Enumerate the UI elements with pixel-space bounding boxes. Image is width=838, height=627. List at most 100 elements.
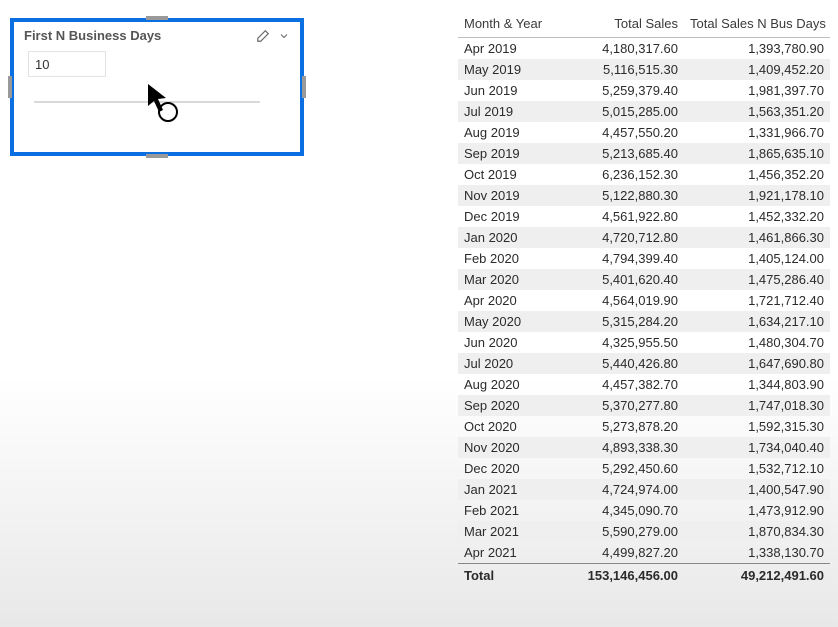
- cell-sales: 4,180,317.60: [556, 38, 684, 60]
- table-row[interactable]: Mar 20205,401,620.401,475,286.40: [458, 269, 830, 290]
- cell-bus: 1,338,130.70: [684, 542, 830, 564]
- cell-month: Mar 2020: [458, 269, 556, 290]
- cell-month: Dec 2019: [458, 206, 556, 227]
- cell-sales: 5,370,277.80: [556, 395, 684, 416]
- cell-bus: 1,473,912.90: [684, 500, 830, 521]
- cell-bus: 1,461,866.30: [684, 227, 830, 248]
- cell-month: Apr 2019: [458, 38, 556, 60]
- cell-sales: 6,236,152.30: [556, 164, 684, 185]
- cell-bus: 1,331,966.70: [684, 122, 830, 143]
- cell-bus: 1,865,635.10: [684, 143, 830, 164]
- table-row[interactable]: Nov 20204,893,338.301,734,040.40: [458, 437, 830, 458]
- resize-handle-bottom[interactable]: [146, 154, 168, 158]
- cell-month: Sep 2019: [458, 143, 556, 164]
- table-row[interactable]: Dec 20194,561,922.801,452,332.20: [458, 206, 830, 227]
- cell-sales: 4,724,974.00: [556, 479, 684, 500]
- table-row[interactable]: May 20195,116,515.301,409,452.20: [458, 59, 830, 80]
- cell-month: Aug 2019: [458, 122, 556, 143]
- slicer-value-input[interactable]: [28, 51, 106, 77]
- cell-month: Feb 2021: [458, 500, 556, 521]
- table-row[interactable]: Jul 20195,015,285.001,563,351.20: [458, 101, 830, 122]
- table-row[interactable]: Oct 20205,273,878.201,592,315.30: [458, 416, 830, 437]
- cell-sales: 4,345,090.70: [556, 500, 684, 521]
- cell-sales: 5,590,279.00: [556, 521, 684, 542]
- cell-sales: 4,720,712.80: [556, 227, 684, 248]
- eraser-icon[interactable]: [256, 29, 270, 43]
- slicer-title: First N Business Days: [24, 28, 256, 43]
- cell-sales: 4,325,955.50: [556, 332, 684, 353]
- cell-sales: 4,561,922.80: [556, 206, 684, 227]
- cell-month: Dec 2020: [458, 458, 556, 479]
- table-row[interactable]: Mar 20215,590,279.001,870,834.30: [458, 521, 830, 542]
- table-header-row: Month & Year Total Sales Total Sales N B…: [458, 12, 830, 38]
- col-header-month[interactable]: Month & Year: [458, 12, 556, 38]
- resize-handle-top[interactable]: [146, 16, 168, 20]
- footer-sales: 153,146,456.00: [556, 564, 684, 588]
- resize-handle-left[interactable]: [8, 76, 12, 98]
- slicer-first-n-business-days[interactable]: First N Business Days: [10, 18, 304, 156]
- cell-sales: 4,499,827.20: [556, 542, 684, 564]
- cell-sales: 5,315,284.20: [556, 311, 684, 332]
- cell-sales: 4,457,382.70: [556, 374, 684, 395]
- cell-month: Mar 2021: [458, 521, 556, 542]
- cell-sales: 5,440,426.80: [556, 353, 684, 374]
- cell-bus: 1,480,304.70: [684, 332, 830, 353]
- table-row[interactable]: Feb 20204,794,399.401,405,124.00: [458, 248, 830, 269]
- cell-month: Jun 2020: [458, 332, 556, 353]
- cell-bus: 1,647,690.80: [684, 353, 830, 374]
- slicer-body: [14, 47, 300, 113]
- footer-label: Total: [458, 564, 556, 588]
- table-row[interactable]: Jan 20204,720,712.801,461,866.30: [458, 227, 830, 248]
- cell-month: Sep 2020: [458, 395, 556, 416]
- table-row[interactable]: Apr 20194,180,317.601,393,780.90: [458, 38, 830, 60]
- col-header-sales[interactable]: Total Sales: [556, 12, 684, 38]
- table-row[interactable]: Aug 20204,457,382.701,344,803.90: [458, 374, 830, 395]
- table-row[interactable]: Jan 20214,724,974.001,400,547.90: [458, 479, 830, 500]
- table-row[interactable]: May 20205,315,284.201,634,217.10: [458, 311, 830, 332]
- cell-sales: 5,122,880.30: [556, 185, 684, 206]
- table-row[interactable]: Jun 20195,259,379.401,981,397.70: [458, 80, 830, 101]
- cell-month: Oct 2020: [458, 416, 556, 437]
- table-row[interactable]: Sep 20205,370,277.801,747,018.30: [458, 395, 830, 416]
- slicer-header: First N Business Days: [14, 22, 300, 47]
- table-row[interactable]: Apr 20204,564,019.901,721,712.40: [458, 290, 830, 311]
- chevron-down-icon[interactable]: [278, 30, 290, 42]
- cell-sales: 5,401,620.40: [556, 269, 684, 290]
- cell-sales: 4,564,019.90: [556, 290, 684, 311]
- cell-bus: 1,634,217.10: [684, 311, 830, 332]
- cell-bus: 1,405,124.00: [684, 248, 830, 269]
- table-row[interactable]: Jul 20205,440,426.801,647,690.80: [458, 353, 830, 374]
- cell-sales: 4,794,399.40: [556, 248, 684, 269]
- cell-month: Oct 2019: [458, 164, 556, 185]
- table-row[interactable]: Nov 20195,122,880.301,921,178.10: [458, 185, 830, 206]
- table-row[interactable]: Apr 20214,499,827.201,338,130.70: [458, 542, 830, 564]
- cell-month: Jan 2020: [458, 227, 556, 248]
- slicer-slider[interactable]: [34, 101, 260, 103]
- cell-sales: 5,213,685.40: [556, 143, 684, 164]
- cell-month: Jul 2019: [458, 101, 556, 122]
- cell-bus: 1,592,315.30: [684, 416, 830, 437]
- cell-month: Nov 2020: [458, 437, 556, 458]
- footer-bus: 49,212,491.60: [684, 564, 830, 588]
- cell-sales: 5,116,515.30: [556, 59, 684, 80]
- cell-bus: 1,734,040.40: [684, 437, 830, 458]
- cell-month: Jul 2020: [458, 353, 556, 374]
- table-row[interactable]: Aug 20194,457,550.201,331,966.70: [458, 122, 830, 143]
- table-row[interactable]: Jun 20204,325,955.501,480,304.70: [458, 332, 830, 353]
- table-footer-row: Total 153,146,456.00 49,212,491.60: [458, 564, 830, 588]
- cell-bus: 1,747,018.30: [684, 395, 830, 416]
- cell-bus: 1,456,352.20: [684, 164, 830, 185]
- table-row[interactable]: Feb 20214,345,090.701,473,912.90: [458, 500, 830, 521]
- cell-month: Apr 2021: [458, 542, 556, 564]
- col-header-bus[interactable]: Total Sales N Bus Days: [684, 12, 830, 38]
- cell-bus: 1,475,286.40: [684, 269, 830, 290]
- table-row[interactable]: Sep 20195,213,685.401,865,635.10: [458, 143, 830, 164]
- cell-month: Jun 2019: [458, 80, 556, 101]
- cell-bus: 1,563,351.20: [684, 101, 830, 122]
- cell-month: May 2019: [458, 59, 556, 80]
- table-row[interactable]: Dec 20205,292,450.601,532,712.10: [458, 458, 830, 479]
- cell-month: Aug 2020: [458, 374, 556, 395]
- resize-handle-right[interactable]: [302, 76, 306, 98]
- cell-bus: 1,721,712.40: [684, 290, 830, 311]
- table-row[interactable]: Oct 20196,236,152.301,456,352.20: [458, 164, 830, 185]
